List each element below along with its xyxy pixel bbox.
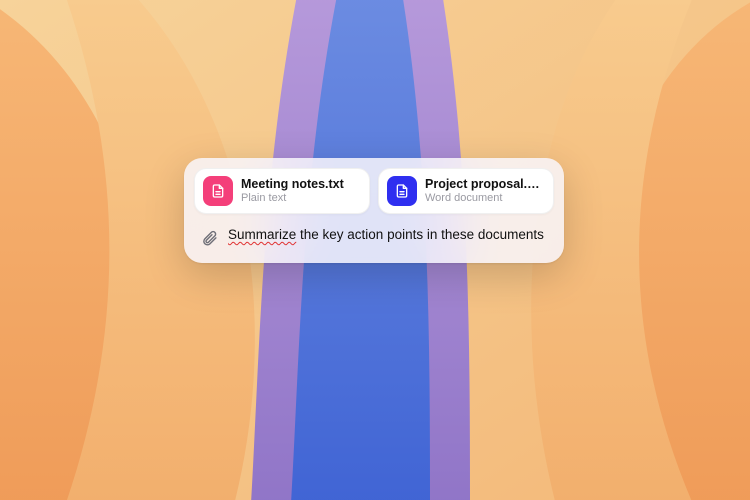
attachment-text: Project proposal.docx Word document: [425, 177, 545, 204]
attachments-row: Meeting notes.txt Plain text Project pro…: [194, 168, 554, 214]
attachment-subtitle: Plain text: [241, 192, 344, 205]
attachment-title: Meeting notes.txt: [241, 177, 344, 191]
prompt-row: Summarize the key action points in these…: [194, 224, 554, 249]
attachment-chip[interactable]: Project proposal.docx Word document: [378, 168, 554, 214]
paperclip-icon[interactable]: [198, 227, 220, 249]
attachment-subtitle: Word document: [425, 192, 545, 205]
file-icon: [203, 176, 233, 206]
prompt-card: Meeting notes.txt Plain text Project pro…: [184, 158, 564, 263]
attachment-chip[interactable]: Meeting notes.txt Plain text: [194, 168, 370, 214]
attachment-title: Project proposal.docx: [425, 177, 545, 191]
file-icon: [387, 176, 417, 206]
prompt-rest: the key action points in these documents: [296, 227, 544, 242]
prompt-word-flagged: Summarize: [228, 227, 296, 242]
attachment-text: Meeting notes.txt Plain text: [241, 177, 344, 204]
prompt-input[interactable]: Summarize the key action points in these…: [228, 226, 544, 244]
